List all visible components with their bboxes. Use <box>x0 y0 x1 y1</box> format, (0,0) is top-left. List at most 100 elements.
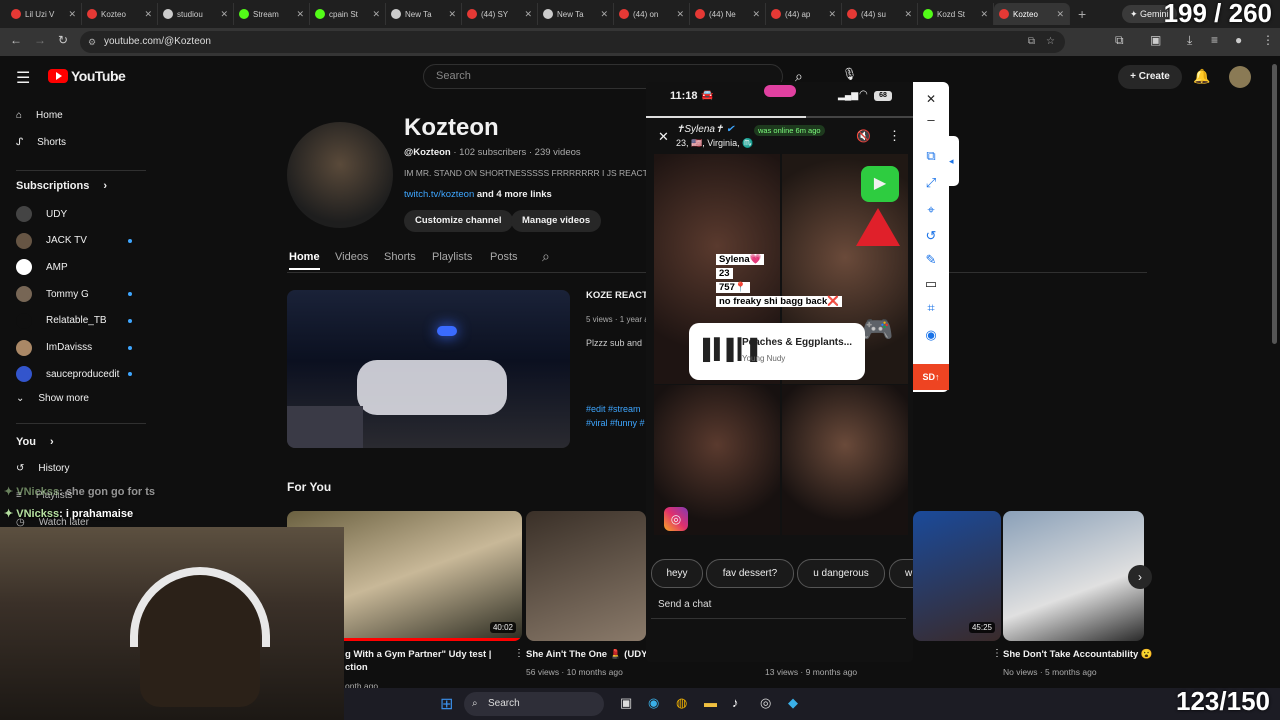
quick-reply-2[interactable]: fav dessert? <box>706 559 794 588</box>
browser-tab[interactable]: Kozteo ✕ <box>994 3 1070 25</box>
media-icon[interactable]: ≡ <box>1211 33 1218 47</box>
sidebar-subscription-item[interactable]: JACK TV <box>16 232 87 249</box>
customize-channel-button[interactable]: Customize channel <box>404 210 513 232</box>
back-icon[interactable]: ← <box>10 33 22 47</box>
tab-close-icon[interactable]: ✕ <box>372 9 380 20</box>
channel-search-icon[interactable]: ⌕ <box>542 248 550 265</box>
sidebar-subscription-item[interactable]: AMP <box>16 259 68 276</box>
close-window-icon[interactable]: ✕ <box>923 92 939 106</box>
bookmark-star-icon[interactable]: ☆ <box>1046 31 1055 53</box>
app-icon[interactable]: ◆ <box>788 695 798 711</box>
extensions-icon[interactable]: ⧉ <box>1115 33 1124 48</box>
channel-description[interactable]: IM MR. STAND ON SHORTNESSSSS FRRRRRRR I … <box>404 168 649 178</box>
install-icon[interactable]: ⧉ <box>1028 31 1035 53</box>
carousel-next-button[interactable]: › <box>1128 565 1152 589</box>
sidebar-subscription-item[interactable]: Tommy G <box>16 286 89 303</box>
tab-close-icon[interactable]: ✕ <box>144 9 152 20</box>
browser-tab[interactable]: (44) on ✕ <box>614 3 690 25</box>
record-icon[interactable]: ◉ <box>923 327 939 343</box>
tab-close-icon[interactable]: ✕ <box>68 9 76 20</box>
browser-tab[interactable]: Kozteo ✕ <box>82 3 158 25</box>
browser-tab[interactable]: New Ta ✕ <box>538 3 614 25</box>
video-title-1-line2[interactable]: ction <box>345 662 368 673</box>
window-icon[interactable]: ▭ <box>923 276 939 292</box>
menu-icon[interactable]: ⋮ <box>1262 33 1274 47</box>
screenshot-icon[interactable]: ⧉ <box>923 148 939 164</box>
tab-close-icon[interactable]: ✕ <box>676 9 684 20</box>
mic-icon[interactable]: 🎙 <box>842 67 857 81</box>
windows-start-icon[interactable]: ⊞ <box>440 694 453 714</box>
browser-tab[interactable]: (44) ap ✕ <box>766 3 842 25</box>
video-menu-icon[interactable]: ⋮ <box>514 648 524 659</box>
browser-tab[interactable]: (44) SY ✕ <box>462 3 538 25</box>
video-thumbnail-4[interactable] <box>1003 511 1144 641</box>
rotate-icon[interactable]: ↺ <box>923 228 939 244</box>
featured-video-thumbnail[interactable] <box>287 290 570 448</box>
sidebar-you-header[interactable]: You › <box>16 436 54 448</box>
forward-icon[interactable]: → <box>34 33 46 47</box>
featured-video-tags[interactable]: #edit #stream <box>586 404 641 414</box>
tab-close-icon[interactable]: ✕ <box>828 9 836 20</box>
tab-posts[interactable]: Posts <box>490 251 518 263</box>
video-thumbnail-3[interactable]: 45:25 <box>913 511 1001 641</box>
task-view-icon[interactable]: ▣ <box>620 695 632 711</box>
browser-tab[interactable]: Lil Uzi V ✕ <box>6 3 82 25</box>
url-bar[interactable]: ⚙ youtube.com/@Kozteon ⧉ ☆ <box>80 31 1065 53</box>
manage-videos-button[interactable]: Manage videos <box>511 210 602 232</box>
sidebar-show-more[interactable]: ⌄ Show more <box>16 393 89 404</box>
notifications-bell-icon[interactable]: 🔔 <box>1193 68 1210 85</box>
chrome-icon[interactable]: ◍ <box>676 695 687 711</box>
profile-icon[interactable]: ● <box>1235 33 1242 47</box>
video-title-4[interactable]: She Don't Take Accountability 😮 <box>1003 649 1153 660</box>
collapse-toolbar-button[interactable]: ◂ <box>949 136 959 186</box>
browser-tab[interactable]: studiou ✕ <box>158 3 234 25</box>
browser-tab[interactable]: (44) Ne ✕ <box>690 3 766 25</box>
tab-close-icon[interactable]: ✕ <box>904 9 912 20</box>
new-tab-button[interactable]: + <box>1078 6 1086 22</box>
obs-icon[interactable]: ◎ <box>760 695 771 711</box>
tab-close-icon[interactable]: ✕ <box>524 9 532 20</box>
sidebar-subscription-item[interactable]: Relatable_TB <box>16 312 107 329</box>
video-title-1[interactable]: g With a Gym Partner" Udy test | <box>345 649 491 660</box>
music-card[interactable]: ▌▍▌▎▌ Peaches & Eggplants... Young Nudy <box>689 323 865 380</box>
browser-tab[interactable]: New Ta ✕ <box>386 3 462 25</box>
tab-videos[interactable]: Videos <box>335 251 368 263</box>
channel-more-links[interactable]: and 4 more links <box>477 189 552 200</box>
sidebar-item-home[interactable]: ⌂ Home <box>16 110 63 121</box>
channel-link[interactable]: twitch.tv/kozteon <box>404 189 474 200</box>
browser-tab[interactable]: Stream ✕ <box>234 3 310 25</box>
taskbar-search[interactable]: ⌕ Search <box>464 692 604 716</box>
browser-tab[interactable]: cpain St ✕ <box>310 3 386 25</box>
crop-icon[interactable]: ⌗ <box>923 300 939 316</box>
file-explorer-icon[interactable]: ▬ <box>704 695 717 710</box>
tab-close-icon[interactable]: ✕ <box>1056 9 1064 20</box>
tab-home[interactable]: Home <box>289 251 320 270</box>
chat-input[interactable]: Send a chat <box>651 595 906 619</box>
video-title-2[interactable]: She Ain't The One 💄 (UDY L <box>526 649 646 660</box>
reload-icon[interactable]: ↻ <box>58 33 68 47</box>
fullscreen-icon[interactable]: ⤢ <box>923 175 939 191</box>
tab-close-icon[interactable]: ✕ <box>296 9 304 20</box>
sidebar-item-shorts[interactable]: ᔑ Shorts <box>16 137 66 148</box>
download-icon[interactable]: ⤓ <box>1187 33 1192 48</box>
minimize-icon[interactable]: – <box>923 112 939 127</box>
tab-shorts[interactable]: Shorts <box>384 251 416 263</box>
quick-reply-3[interactable]: u dangerous <box>797 559 885 588</box>
featured-video-tags-2[interactable]: #viral #funny # <box>586 418 645 428</box>
featured-video-title[interactable]: KOZE REACTS <box>586 290 654 301</box>
quick-reply-4[interactable]: w <box>889 559 913 588</box>
instagram-icon[interactable]: ◎ <box>664 507 688 531</box>
tab-close-icon[interactable]: ✕ <box>220 9 228 20</box>
tab-close-icon[interactable]: ✕ <box>980 9 988 20</box>
sidebar-subscription-item[interactable]: UDY <box>16 206 67 222</box>
tab-close-icon[interactable]: ✕ <box>600 9 608 20</box>
more-options-icon[interactable]: ⋮ <box>888 128 901 144</box>
sidebar-subscription-item[interactable]: ImDavisss <box>16 339 92 356</box>
profile-name[interactable]: ✝Sylena✝ ✔ <box>676 124 735 135</box>
draw-icon[interactable]: ✎ <box>923 252 939 268</box>
close-icon[interactable]: ✕ <box>658 129 669 145</box>
tab-playlists[interactable]: Playlists <box>432 251 472 263</box>
site-info-icon[interactable]: ⚙ <box>88 31 96 53</box>
account-avatar[interactable] <box>1229 66 1251 88</box>
browser-tab[interactable]: (44) su ✕ <box>842 3 918 25</box>
